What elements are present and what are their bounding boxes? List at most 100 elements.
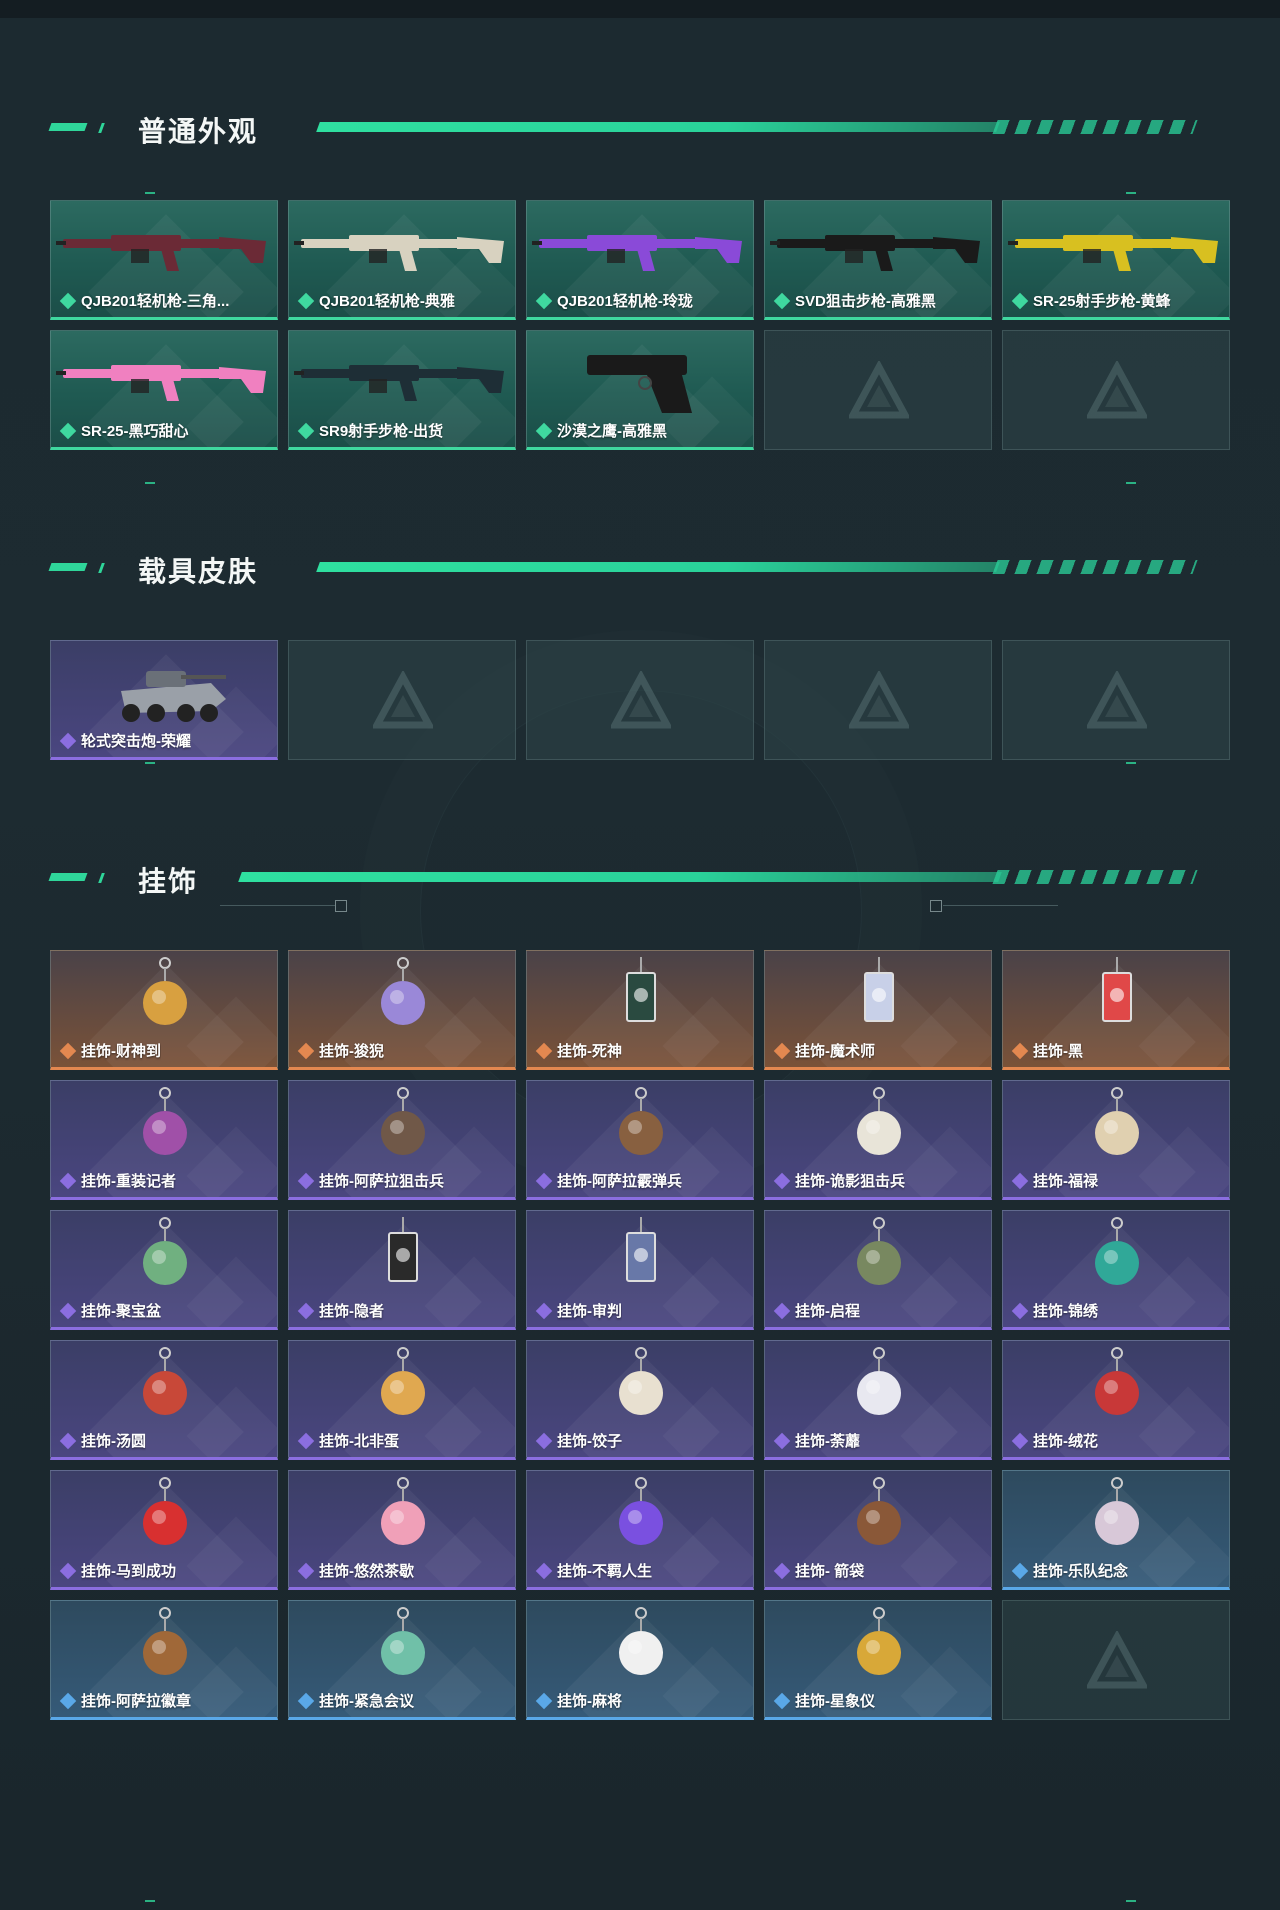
item-card[interactable]: QJB201轻机枪-典雅 (288, 200, 516, 320)
item-name: 挂饰-绒花 (1033, 1433, 1098, 1450)
placeholder-logo-icon (849, 361, 909, 419)
corner-tick (1126, 482, 1136, 484)
item-label-row: 挂饰-阿萨拉狙击兵 (297, 1170, 444, 1191)
item-card[interactable]: 挂饰-不羁人生 (526, 1470, 754, 1590)
charm-image (1095, 1217, 1139, 1285)
item-card[interactable]: 挂饰-阿萨拉徽章 (50, 1600, 278, 1720)
charm-image (143, 1087, 187, 1155)
item-name: SVD狙击步枪-高雅黑 (795, 293, 936, 310)
item-card[interactable]: SR-25射手步枪-黄蜂 (1002, 200, 1230, 320)
item-card[interactable]: 挂饰-饺子 (526, 1340, 754, 1460)
rarity-icon (1011, 1562, 1029, 1579)
item-card[interactable]: SR9射手步枪-出货 (288, 330, 516, 450)
header-accent-tick (98, 123, 105, 133)
rarity-icon (773, 1692, 791, 1709)
rarity-icon (297, 1042, 315, 1059)
item-card[interactable]: 挂饰-星象仪 (764, 1600, 992, 1720)
item-card[interactable]: 挂饰-死神 (526, 950, 754, 1070)
weapon-image (587, 355, 692, 413)
item-label-row: 挂饰-汤圆 (59, 1430, 146, 1451)
item-card[interactable]: 挂饰-审判 (526, 1210, 754, 1330)
header-accent-tick (98, 873, 105, 883)
rarity-icon (535, 1172, 553, 1189)
item-name: 挂饰-隐者 (319, 1303, 384, 1320)
item-card[interactable]: 挂饰-福禄 (1002, 1080, 1230, 1200)
item-card[interactable]: 挂饰-荼蘼 (764, 1340, 992, 1460)
header-line (316, 562, 1000, 572)
item-name: 挂饰-星象仪 (795, 1693, 875, 1710)
item-card[interactable]: 挂饰-财神到 (50, 950, 278, 1070)
item-card[interactable]: QJB201轻机枪-三角... (50, 200, 278, 320)
item-card[interactable]: 挂饰-麻将 (526, 1600, 754, 1720)
item-name: 挂饰-荼蘼 (795, 1433, 860, 1450)
placeholder-logo-icon (1087, 1631, 1147, 1689)
item-card[interactable]: 挂饰-马到成功 (50, 1470, 278, 1590)
item-label-row: 挂饰-饺子 (535, 1430, 622, 1451)
charm-image (857, 1607, 901, 1675)
charm-image (619, 1477, 663, 1545)
charm-image (1102, 957, 1132, 1022)
charm-image (626, 957, 656, 1022)
charm-image (619, 1607, 663, 1675)
item-card[interactable]: 挂饰-汤圆 (50, 1340, 278, 1460)
charm-image (381, 1607, 425, 1675)
item-card[interactable]: 挂饰-绒花 (1002, 1340, 1230, 1460)
charm-image (1095, 1087, 1139, 1155)
item-card[interactable]: 挂饰-阿萨拉狙击兵 (288, 1080, 516, 1200)
item-card[interactable]: 轮式突击炮-荣耀 (50, 640, 278, 760)
rarity-icon (297, 292, 315, 309)
item-label-row: 挂饰-北非蛋 (297, 1430, 399, 1451)
rarity-icon (535, 1692, 553, 1709)
item-card[interactable]: SR-25-黑巧甜心 (50, 330, 278, 450)
charm-image (143, 1477, 187, 1545)
weapon-image (294, 365, 504, 401)
weapon-image (56, 365, 266, 401)
item-name: 挂饰-重装记者 (81, 1173, 176, 1190)
charm-image (143, 957, 187, 1025)
item-name: 挂饰-汤圆 (81, 1433, 146, 1450)
header-checker (992, 870, 1198, 884)
item-card[interactable]: 挂饰-乐队纪念 (1002, 1470, 1230, 1590)
section-title: 普通外观 (138, 116, 259, 147)
empty-slot (764, 330, 992, 450)
item-card[interactable]: 挂饰-聚宝盆 (50, 1210, 278, 1330)
item-card[interactable]: 挂饰- 箭袋 (764, 1470, 992, 1590)
charm-image (857, 1087, 901, 1155)
item-name: SR9射手步枪-出货 (319, 423, 444, 440)
hud-square (930, 900, 942, 912)
item-card[interactable]: 挂饰-魔术师 (764, 950, 992, 1070)
item-card[interactable]: 挂饰-诡影狙击兵 (764, 1080, 992, 1200)
section-title: 挂饰 (138, 866, 199, 897)
rarity-icon (773, 1302, 791, 1319)
item-label-row: 挂饰-福禄 (1011, 1170, 1098, 1191)
header-accent-bar (48, 123, 88, 131)
item-card[interactable]: 挂饰-狻猊 (288, 950, 516, 1070)
item-name: 挂饰-诡影狙击兵 (795, 1173, 905, 1190)
charm-image (619, 1347, 663, 1415)
item-label-row: 挂饰-悠然茶歇 (297, 1560, 414, 1581)
item-label-row: QJB201轻机枪-三角... (59, 290, 229, 311)
item-card[interactable]: SVD狙击步枪-高雅黑 (764, 200, 992, 320)
item-card[interactable]: 挂饰-北非蛋 (288, 1340, 516, 1460)
rarity-icon (535, 1302, 553, 1319)
rarity-icon (59, 422, 77, 439)
item-card[interactable]: 挂饰-黑 (1002, 950, 1230, 1070)
item-card[interactable]: 挂饰-紧急会议 (288, 1600, 516, 1720)
item-card[interactable]: QJB201轻机枪-玲珑 (526, 200, 754, 320)
item-label-row: SR-25射手步枪-黄蜂 (1011, 290, 1171, 311)
item-card[interactable]: 挂饰-隐者 (288, 1210, 516, 1330)
item-label-row: 挂饰-聚宝盆 (59, 1300, 161, 1321)
item-name: 挂饰-死神 (557, 1043, 622, 1060)
item-card[interactable]: 沙漠之鹰-高雅黑 (526, 330, 754, 450)
item-card[interactable]: 挂饰-启程 (764, 1210, 992, 1330)
item-label-row: 挂饰-绒花 (1011, 1430, 1098, 1451)
item-card[interactable]: 挂饰-悠然茶歇 (288, 1470, 516, 1590)
item-card[interactable]: 挂饰-锦绣 (1002, 1210, 1230, 1330)
item-card[interactable]: 挂饰-阿萨拉霰弹兵 (526, 1080, 754, 1200)
rarity-icon (297, 1432, 315, 1449)
item-card[interactable]: 挂饰-重装记者 (50, 1080, 278, 1200)
rarity-icon (773, 1432, 791, 1449)
item-label-row: 挂饰-诡影狙击兵 (773, 1170, 905, 1191)
item-name: 挂饰-阿萨拉霰弹兵 (557, 1173, 682, 1190)
rarity-icon (773, 1042, 791, 1059)
